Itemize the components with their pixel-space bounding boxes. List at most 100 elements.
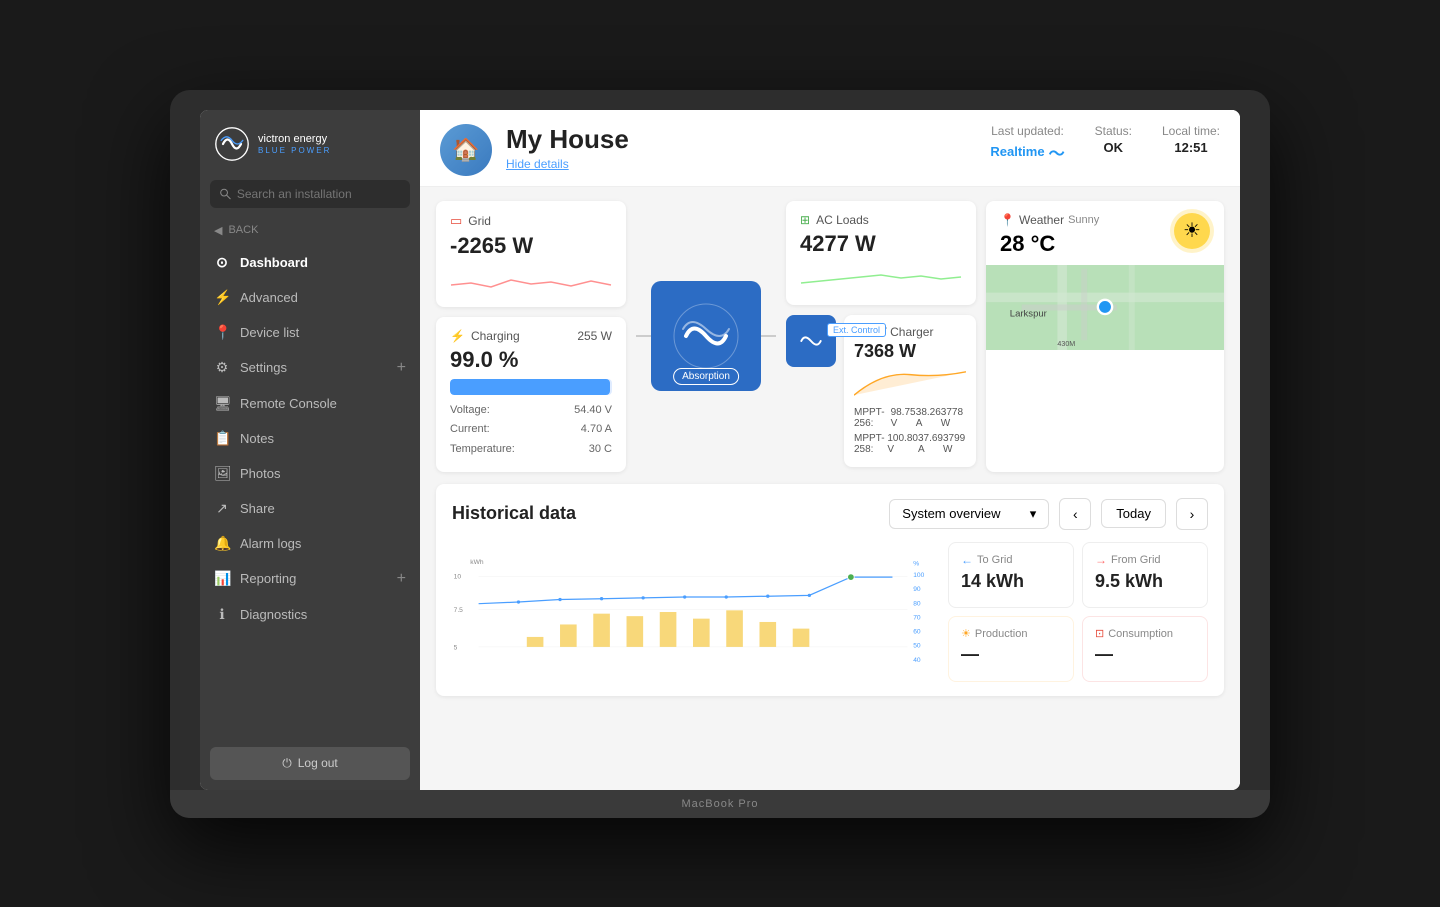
sidebar-item-reporting[interactable]: 📊 Reporting + [200,561,420,597]
sidebar-item-label: Photos [240,466,280,481]
next-period-button[interactable]: › [1176,498,1208,530]
logo-sub: BLUE POWER [258,146,331,155]
svg-text:10: 10 [454,574,462,581]
from-grid-value: 9.5 kWh [1095,571,1195,592]
status-meta: Status: OK [1095,124,1132,164]
prev-period-button[interactable]: ‹ [1059,498,1091,530]
mppt1-voltage: 98.75 V [891,407,916,429]
sidebar-item-device-list[interactable]: 📍 Device list [200,315,420,350]
system-overview-label: System overview [902,506,1000,521]
mppt1-label: MPPT-256: [854,407,891,429]
back-label: BACK [228,224,258,236]
svg-text:40: 40 [913,657,921,664]
ac-loads-value: 4277 W [800,231,962,257]
reporting-plus-icon: + [397,570,406,588]
sidebar-item-notes[interactable]: 📋 Notes [200,421,420,456]
from-grid-arrow-icon: → [1095,553,1107,567]
today-button[interactable]: Today [1101,499,1166,528]
grid-value: -2265 W [450,233,612,259]
absorption-badge: Absorption [673,368,739,385]
grid-chart [450,265,612,295]
chevron-down-icon: ▾ [1030,506,1037,522]
svg-text:%: % [913,560,919,567]
svg-text:70: 70 [913,614,921,621]
sidebar-item-settings[interactable]: ⚙ Settings + [200,350,420,386]
inverter-logo [671,301,741,371]
sidebar-item-dashboard[interactable]: ⊙ Dashboard [200,245,420,280]
sidebar-item-label: Alarm logs [240,536,301,551]
status-value: OK [1095,140,1132,155]
charging-watts: 255 W [577,329,612,343]
sidebar-item-label: Advanced [240,290,298,305]
realtime-value: Realtime 〜 [990,140,1064,164]
photos-icon: 🖼 [214,465,230,482]
mppt2-current: 37.69 A [918,433,943,455]
charging-bar-fill [450,379,610,395]
sidebar-item-diagnostics[interactable]: ℹ Diagnostics [200,597,420,632]
last-updated-label: Last updated: [990,124,1064,138]
search-input[interactable] [237,187,400,201]
sidebar-item-alarm-logs[interactable]: 🔔 Alarm logs [200,526,420,561]
sidebar-item-remote-console[interactable]: 🖥 Remote Console [200,386,420,421]
charging-percent: 99.0 % [450,347,612,373]
historical-section: Historical data System overview ▾ ‹ Toda… [436,484,1224,696]
grid-label: Grid [468,214,491,228]
diagnostics-icon: ℹ [214,606,230,623]
sidebar-item-photos[interactable]: 🖼 Photos [200,456,420,491]
consumption-value: — [1095,644,1195,665]
logout-button[interactable]: ⏻ Log out [210,747,410,780]
sidebar-item-share[interactable]: ↗ Share [200,491,420,526]
sidebar-item-label: Diagnostics [240,607,307,622]
victron-logo-icon [214,126,250,162]
ac-loads-label: AC Loads [816,213,869,227]
sidebar-item-advanced[interactable]: ⚡ Advanced [200,280,420,315]
svg-text:90: 90 [913,586,921,593]
voltage-label: Voltage: [450,401,490,421]
chart-canvas: kWh 10 7.5 5 % 100 90 80 70 60 [452,542,934,682]
laptop-screen: victron energy BLUE POWER ◀ BACK [200,110,1240,790]
sidebar-item-label: Dashboard [240,255,308,270]
laptop-frame: victron energy BLUE POWER ◀ BACK [170,90,1270,818]
back-chevron-icon: ◀ [214,224,222,237]
realtime-wave-icon: 〜 [1049,140,1065,164]
house-thumbnail: 🏠 [440,124,492,176]
charging-details: Voltage: 54.40 V Current: 4.70 A Tempera… [450,401,612,460]
main-content: 🏠 My House Hide details Last updated: Re… [420,110,1240,790]
mppt1-power: 3778 W [941,407,966,429]
to-grid-label: To Grid [977,554,1012,566]
nav-items: ⊙ Dashboard ⚡ Advanced 📍 Device list ⚙ S… [200,245,420,737]
charging-label: Charging [471,329,520,343]
search-box[interactable] [210,180,410,208]
svg-text:kWh: kWh [470,559,484,566]
consumption-card: ⊡ Consumption — [1082,616,1208,682]
sidebar-item-label: Notes [240,431,274,446]
ac-loads-icon: ⊞ [800,213,810,227]
system-overview-dropdown[interactable]: System overview ▾ [889,499,1049,529]
sidebar: victron energy BLUE POWER ◀ BACK [200,110,420,790]
from-grid-card: → From Grid 9.5 kWh [1082,542,1208,609]
svg-text:Larkspur: Larkspur [1010,308,1048,319]
sidebar-item-label: Settings [240,360,287,375]
sidebar-item-label: Remote Console [240,396,337,411]
grid-icon: ▭ [450,213,462,229]
chart-area: kWh 10 7.5 5 % 100 90 80 70 60 [452,542,1208,682]
alarm-icon: 🔔 [214,535,230,552]
to-grid-arrow-icon: ← [961,553,973,567]
hide-details-link[interactable]: Hide details [506,157,569,171]
pv-charger-value: 7368 W [854,341,966,362]
local-time-value: 12:51 [1162,140,1220,155]
voltage-value: 54.40 V [574,401,612,421]
mppt1-current: 38.26 A [916,407,941,429]
temp-label: Temperature: [450,440,515,460]
weather-label: Weather [1019,213,1064,227]
current-label: Current: [450,420,490,440]
laptop-bottom: MacBook Pro [170,790,1270,818]
back-button[interactable]: ◀ BACK [200,216,420,245]
inverter-card: Absorption [651,281,761,391]
charging-bar [450,379,612,395]
advanced-icon: ⚡ [214,289,230,306]
production-card: ☀ Production — [948,616,1074,682]
header-meta: Last updated: Realtime 〜 Status: OK Loca… [990,124,1220,164]
last-updated-meta: Last updated: Realtime 〜 [990,124,1064,164]
inverter2-logo [794,323,828,359]
